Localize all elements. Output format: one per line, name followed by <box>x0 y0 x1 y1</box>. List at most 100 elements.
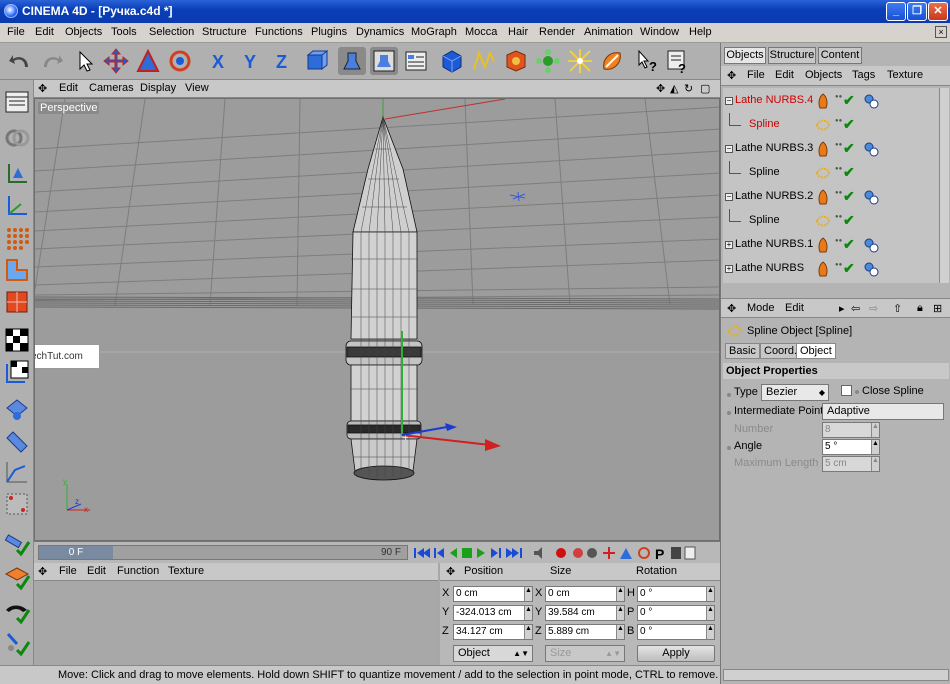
am-menu-mode[interactable]: Mode <box>747 302 775 314</box>
visibility-dots-icon[interactable]: ●● <box>835 142 842 156</box>
viewport-move-icon[interactable]: ✥ <box>656 82 665 95</box>
animatable-dot-icon[interactable] <box>727 411 731 415</box>
material-menu-function[interactable]: Function <box>117 565 159 577</box>
texture-mode-icon[interactable] <box>3 326 31 354</box>
position-x-field[interactable]: 0 cm ▲▼ <box>453 586 533 602</box>
object-name[interactable]: Lathe NURBS.1 <box>735 238 813 250</box>
ruler-check-icon[interactable] <box>3 530 31 558</box>
visibility-dots-icon[interactable]: ●● <box>835 190 842 204</box>
viewport-menu-edit[interactable]: Edit <box>59 82 78 94</box>
menu-mograph[interactable]: MoGraph <box>411 26 457 38</box>
scale-tool-icon[interactable] <box>134 47 162 75</box>
viewport-zoom-icon[interactable]: ◭ <box>670 82 678 95</box>
menu-animation[interactable]: Animation <box>584 26 633 38</box>
minimize-button[interactable]: _ <box>886 2 906 21</box>
menu-selection[interactable]: Selection <box>149 26 194 38</box>
spinner-icon[interactable]: ▲▼ <box>871 423 879 437</box>
material-menu-edit[interactable]: Edit <box>87 565 106 577</box>
timeline-track[interactable]: 0 F 90 F <box>38 545 408 560</box>
rotation-h-field[interactable]: 0 ° ▲▼ <box>637 586 715 602</box>
visibility-dots-icon[interactable]: ●● <box>835 166 842 180</box>
material-menu-texture[interactable]: Texture <box>168 565 204 577</box>
perspective-viewport[interactable]: + y x z Perspective T TechTut.com <box>34 98 720 541</box>
menu-hair[interactable]: Hair <box>508 26 528 38</box>
edges-mode-icon[interactable] <box>3 256 31 284</box>
expand-icon[interactable]: + <box>725 241 733 249</box>
spinner-icon[interactable]: ▲▼ <box>706 625 714 639</box>
visibility-dots-icon[interactable]: ●● <box>835 118 842 132</box>
viewport-rotate-icon[interactable]: ↻ <box>684 82 693 95</box>
visibility-dots-icon[interactable]: ●● <box>835 238 842 252</box>
enabled-check-icon[interactable]: ✔ <box>843 92 855 109</box>
y-axis-lock-icon[interactable]: Y <box>238 47 266 75</box>
viewport-pin-icon[interactable]: ✥ <box>38 82 47 95</box>
workplane-icon[interactable] <box>3 396 31 424</box>
position-y-field[interactable]: -324.013 cm ▲▼ <box>453 605 533 621</box>
om-menu-file[interactable]: File <box>747 69 765 81</box>
animatable-dot-icon[interactable] <box>727 393 731 397</box>
object-name[interactable]: Lathe NURBS.3 <box>735 142 813 154</box>
redo-icon[interactable] <box>38 47 66 75</box>
object-name[interactable]: Lathe NURBS.2 <box>735 190 813 202</box>
rotation-p-field[interactable]: 0 ° ▲▼ <box>637 605 715 621</box>
restore-button[interactable]: ❐ <box>907 2 927 21</box>
close-spline-checkbox[interactable] <box>841 385 852 396</box>
spinner-icon[interactable]: ▲▼ <box>616 606 624 620</box>
am-next-arrow-icon[interactable]: ▸ <box>839 302 845 315</box>
polygon-pen-icon[interactable] <box>3 124 31 152</box>
select-arrow-icon[interactable] <box>72 47 100 75</box>
texture-axis-mode-icon[interactable] <box>3 358 31 386</box>
phong-tag-icon[interactable] <box>863 189 879 205</box>
size-mode-select[interactable]: Size ▲▼ <box>545 645 625 662</box>
close-button[interactable]: ✕ <box>928 2 948 21</box>
object-name[interactable]: Lathe NURBS <box>735 262 804 274</box>
object-row[interactable]: Spline ●● ✔ <box>723 209 939 233</box>
viewport-menu-view[interactable]: View <box>185 82 209 94</box>
object-name[interactable]: Spline <box>749 214 780 226</box>
spinner-icon[interactable]: ▲▼ <box>524 625 532 639</box>
enabled-check-icon[interactable]: ✔ <box>843 260 855 277</box>
am-up-icon[interactable]: ⇧ <box>893 302 902 315</box>
menu-structure[interactable]: Structure <box>202 26 247 38</box>
menu-mocca[interactable]: Mocca <box>465 26 497 38</box>
collapse-icon[interactable]: − <box>725 193 733 201</box>
intermediate-points-select[interactable]: Adaptive <box>822 403 944 420</box>
render-view-icon[interactable] <box>338 47 366 75</box>
object-row[interactable]: + Lathe NURBS.1 ●● ✔ <box>723 233 939 257</box>
array-icon[interactable] <box>534 47 562 75</box>
tab-objects[interactable]: Objects <box>724 47 766 64</box>
viewport-menu-cameras[interactable]: Cameras <box>89 82 134 94</box>
spline-icon[interactable] <box>470 47 498 75</box>
viewport-menu-display[interactable]: Display <box>140 82 176 94</box>
menu-functions[interactable]: Functions <box>255 26 303 38</box>
om-pin-icon[interactable]: ✥ <box>727 69 736 82</box>
enabled-check-icon[interactable]: ✔ <box>843 236 855 253</box>
spinner-icon[interactable]: ▲▼ <box>871 457 879 471</box>
object-row[interactable]: − Lathe NURBS.3 ●● ✔ <box>723 137 939 161</box>
rotate-tool-icon[interactable] <box>166 47 194 75</box>
z-axis-lock-icon[interactable]: Z <box>270 47 298 75</box>
help-pointer-icon[interactable]: ? <box>634 47 662 75</box>
x-axis-lock-icon[interactable]: X <box>206 47 234 75</box>
object-row[interactable]: Spline ●● ✔ <box>723 161 939 185</box>
render-picture-viewer-icon[interactable] <box>370 47 398 75</box>
hyper-nurbs-icon[interactable] <box>566 47 594 75</box>
cube-primitive-icon[interactable] <box>438 47 466 75</box>
am-menu-edit[interactable]: Edit <box>785 302 804 314</box>
am-pin-icon[interactable]: ✥ <box>727 302 736 315</box>
object-row[interactable]: − Lathe NURBS.2 ●● ✔ <box>723 185 939 209</box>
move-tool-icon[interactable] <box>102 47 130 75</box>
enabled-check-icon[interactable]: ✔ <box>843 140 855 157</box>
type-select[interactable]: Bezier ◆ <box>761 384 829 401</box>
object-axis-mode-icon[interactable] <box>3 192 31 220</box>
object-row[interactable]: + Lathe NURBS ●● ✔ <box>723 257 939 281</box>
om-menu-objects[interactable]: Objects <box>805 69 842 81</box>
am-tab-coord[interactable]: Coord. <box>760 343 802 359</box>
am-back-icon[interactable]: ⇦ <box>851 302 860 315</box>
nurbs-icon[interactable] <box>502 47 530 75</box>
model-mode-icon[interactable] <box>3 160 31 188</box>
om-menu-tags[interactable]: Tags <box>852 69 875 81</box>
spinner-icon[interactable]: ▲▼ <box>616 625 624 639</box>
visibility-dots-icon[interactable]: ●● <box>835 262 842 276</box>
spinner-icon[interactable]: ▲▼ <box>871 440 879 454</box>
